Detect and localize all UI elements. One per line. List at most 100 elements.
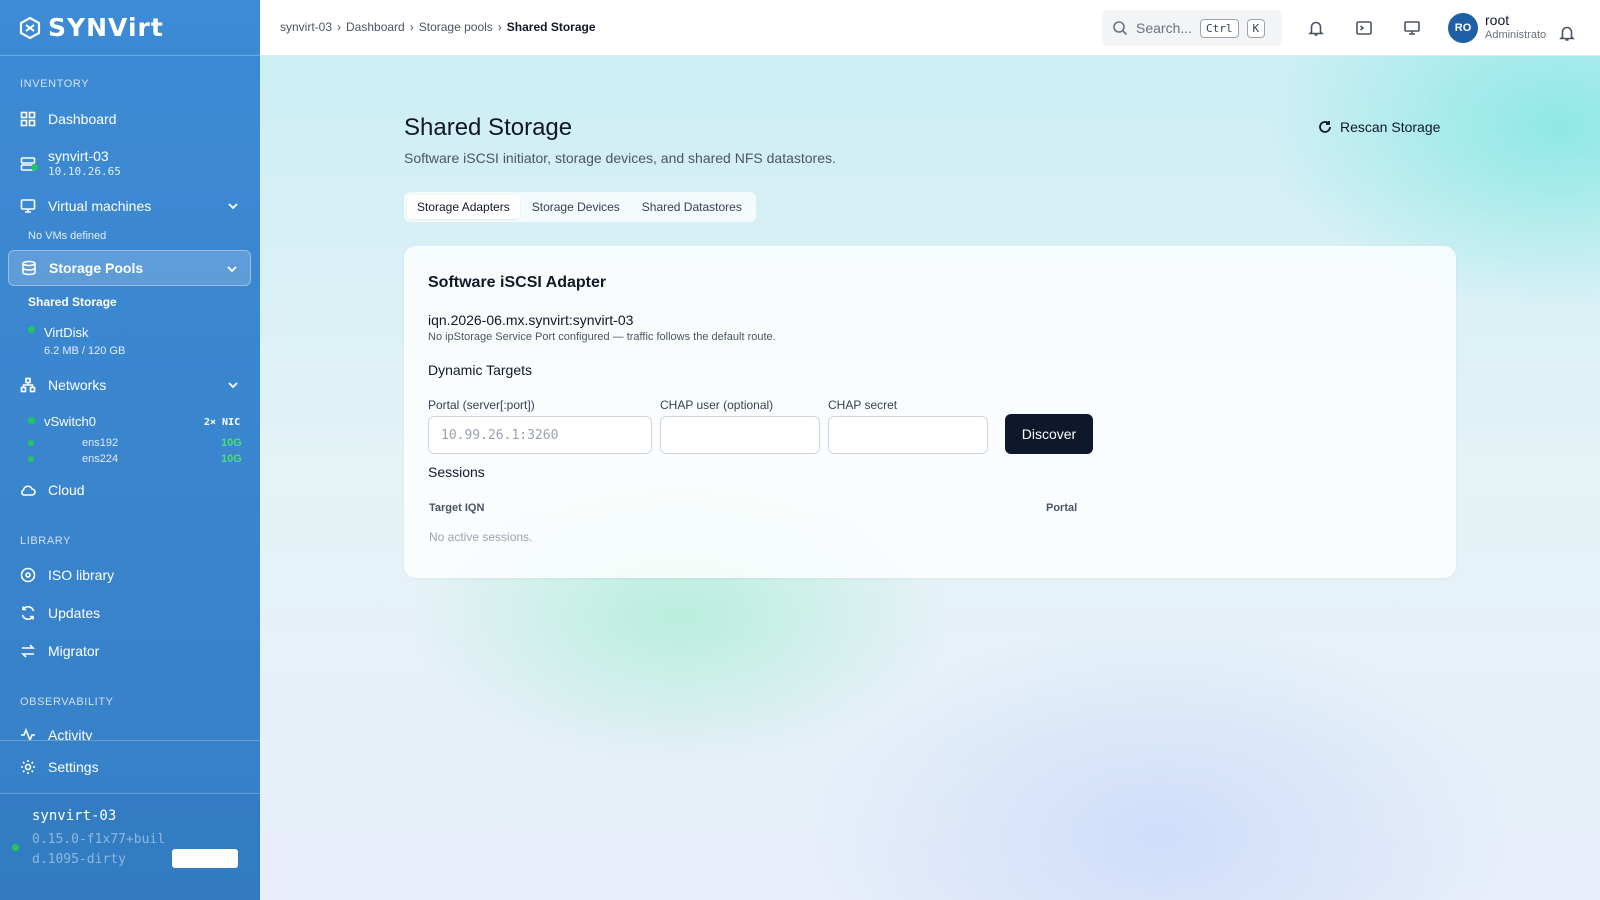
notification-bell-icon[interactable] bbox=[1558, 24, 1576, 42]
user-name[interactable]: root bbox=[1485, 12, 1509, 28]
nic-speed: 10G bbox=[221, 437, 242, 449]
tab-storage-adapters[interactable]: Storage Adapters bbox=[407, 195, 520, 219]
breadcrumb-item[interactable]: Dashboard bbox=[346, 20, 405, 34]
network-icon bbox=[20, 377, 36, 393]
sidebar-item-label: Dashboard bbox=[48, 111, 117, 127]
disk-status-dot bbox=[28, 326, 35, 333]
sidebar-item-dashboard[interactable]: Dashboard bbox=[8, 101, 251, 137]
arrows-swap-icon bbox=[20, 643, 36, 659]
search-icon bbox=[1113, 21, 1128, 36]
host-name: synvirt-03 bbox=[48, 148, 109, 164]
sidebar-item-label: Settings bbox=[48, 759, 99, 775]
kbd-k: K bbox=[1246, 18, 1266, 38]
sidebar-item-settings[interactable]: Settings bbox=[8, 749, 251, 785]
section-label-library: LIBRARY bbox=[20, 535, 72, 547]
grid-icon bbox=[20, 111, 36, 127]
kbd-ctrl: Ctrl bbox=[1200, 18, 1239, 38]
sidebar-item-label: Cloud bbox=[48, 482, 85, 498]
breadcrumb: synvirt-03 › Dashboard › Storage pools › Sh… bbox=[280, 20, 596, 34]
terminal-icon[interactable] bbox=[1355, 19, 1373, 37]
section-label-observability: OBSERVABILITY bbox=[20, 696, 114, 708]
column-header-target-iqn: Target IQN bbox=[429, 502, 485, 514]
breadcrumb-current: Shared Storage bbox=[506, 20, 596, 34]
main-content: Shared Storage Software iSCSI initiator,… bbox=[260, 56, 1600, 900]
sidebar-item-label: Activity bbox=[48, 727, 93, 740]
monitor-icon[interactable] bbox=[1403, 19, 1421, 37]
footer-status-dot bbox=[12, 844, 19, 851]
nic-name: ens192 bbox=[82, 437, 119, 449]
rescan-storage-button[interactable]: Rescan Storage bbox=[1318, 119, 1440, 135]
card-title: Software iSCSI Adapter bbox=[428, 274, 607, 291]
sidebar-item-label: ISO library bbox=[48, 567, 115, 583]
breadcrumb-item[interactable]: synvirt-03 bbox=[280, 20, 332, 34]
no-sessions-text: No active sessions. bbox=[429, 530, 533, 544]
disk-usage: 6.2 MB / 120 GB bbox=[44, 345, 126, 357]
search-input[interactable]: Search... Ctrl K bbox=[1102, 10, 1282, 46]
host-status-dot bbox=[31, 164, 38, 171]
sidebar-item-label: Virtual machines bbox=[48, 198, 152, 214]
refresh-icon bbox=[20, 605, 36, 621]
chevron-down-icon[interactable] bbox=[227, 378, 239, 390]
sidebar-item-storage-pools[interactable]: Storage Pools bbox=[8, 250, 251, 286]
database-icon bbox=[21, 260, 37, 276]
portal-label: Portal (server[:port]) bbox=[428, 398, 535, 412]
sidebar-item-virtual-machines[interactable]: Virtual machines bbox=[8, 188, 251, 224]
chevron-down-icon[interactable] bbox=[226, 262, 238, 274]
footer-version: 0.15.0-f1x77+build.1095-dirty bbox=[32, 832, 166, 867]
sidebar-item-virtdisk[interactable]: VirtDisk bbox=[44, 325, 89, 340]
nic-status-dot bbox=[28, 440, 34, 446]
sidebar-item-migrator[interactable]: Migrator bbox=[8, 633, 251, 669]
breadcrumb-item[interactable]: Storage pools bbox=[419, 20, 493, 34]
brand-logo[interactable]: SYNVirt bbox=[0, 0, 260, 56]
disc-icon bbox=[20, 567, 36, 583]
dynamic-targets-heading: Dynamic Targets bbox=[428, 362, 533, 378]
host-ip: 10.10.26.65 bbox=[48, 165, 121, 178]
logo-icon bbox=[19, 16, 41, 39]
page-subtitle: Software iSCSI initiator, storage device… bbox=[404, 150, 836, 166]
sidebar-item-vswitch[interactable]: vSwitch0 bbox=[44, 414, 96, 429]
sidebar-footer: synvirt-03 0.15.0-f1x77+build.1095-dirty bbox=[0, 793, 260, 900]
sidebar-item-shared-storage[interactable]: Shared Storage bbox=[28, 295, 117, 309]
sidebar: SYNVirt INVENTORY Dashboard synvirt-03 1… bbox=[0, 0, 260, 900]
footer-host: synvirt-03 bbox=[32, 808, 117, 824]
sidebar-item-label: Updates bbox=[48, 605, 101, 621]
avatar[interactable]: RO bbox=[1448, 13, 1478, 43]
section-label-inventory: INVENTORY bbox=[20, 78, 90, 90]
refresh-icon bbox=[1319, 121, 1331, 133]
sidebar-item-label: Migrator bbox=[48, 643, 100, 659]
sidebar-item-networks[interactable]: Networks bbox=[8, 367, 251, 403]
sessions-heading: Sessions bbox=[428, 464, 485, 480]
topbar: synvirt-03 › Dashboard › Storage pools › Sh… bbox=[260, 0, 1600, 56]
chap-user-label: CHAP user (optional) bbox=[660, 398, 774, 412]
sidebar-item-iso-library[interactable]: ISO library bbox=[8, 557, 251, 593]
sidebar-item-label: Storage Pools bbox=[49, 260, 144, 276]
chap-user-input[interactable] bbox=[660, 416, 820, 454]
brand-name: SYNVirt bbox=[48, 13, 164, 42]
footer-action-button[interactable] bbox=[172, 849, 238, 868]
chevron-down-icon[interactable] bbox=[227, 199, 239, 211]
discover-button[interactable]: Discover bbox=[1005, 414, 1093, 454]
chap-secret-input[interactable] bbox=[828, 416, 988, 454]
sidebar-item-host[interactable]: synvirt-03 10.10.26.65 bbox=[8, 145, 251, 183]
portal-input[interactable] bbox=[428, 416, 652, 454]
page-title: Shared Storage bbox=[404, 114, 573, 141]
nic-status-dot bbox=[28, 456, 34, 462]
activity-icon bbox=[20, 727, 36, 740]
tab-shared-datastores[interactable]: Shared Datastores bbox=[632, 195, 752, 219]
column-header-portal: Portal bbox=[1046, 502, 1078, 514]
rescan-label: Rescan Storage bbox=[1340, 119, 1441, 135]
settings-container: Settings bbox=[0, 740, 260, 794]
nic-speed: 10G bbox=[221, 453, 242, 465]
iscsi-adapter-card: Software iSCSI Adapter iqn.2026-06.mx.sy… bbox=[404, 246, 1456, 578]
tab-storage-devices[interactable]: Storage Devices bbox=[522, 195, 630, 219]
gear-icon bbox=[20, 759, 36, 775]
bell-icon[interactable] bbox=[1307, 19, 1325, 37]
sidebar-item-cloud[interactable]: Cloud bbox=[8, 472, 251, 508]
user-role: Administrator bbox=[1485, 29, 1547, 41]
tab-list: Storage Adapters Storage Devices Shared … bbox=[404, 192, 756, 222]
sidebar-item-updates[interactable]: Updates bbox=[8, 595, 251, 631]
iqn-note: No ipStorage Service Port configured — t… bbox=[428, 331, 776, 343]
sidebar-item-activity[interactable]: Activity bbox=[8, 716, 251, 740]
monitor-icon bbox=[20, 198, 36, 214]
nic-name: ens224 bbox=[82, 453, 119, 465]
